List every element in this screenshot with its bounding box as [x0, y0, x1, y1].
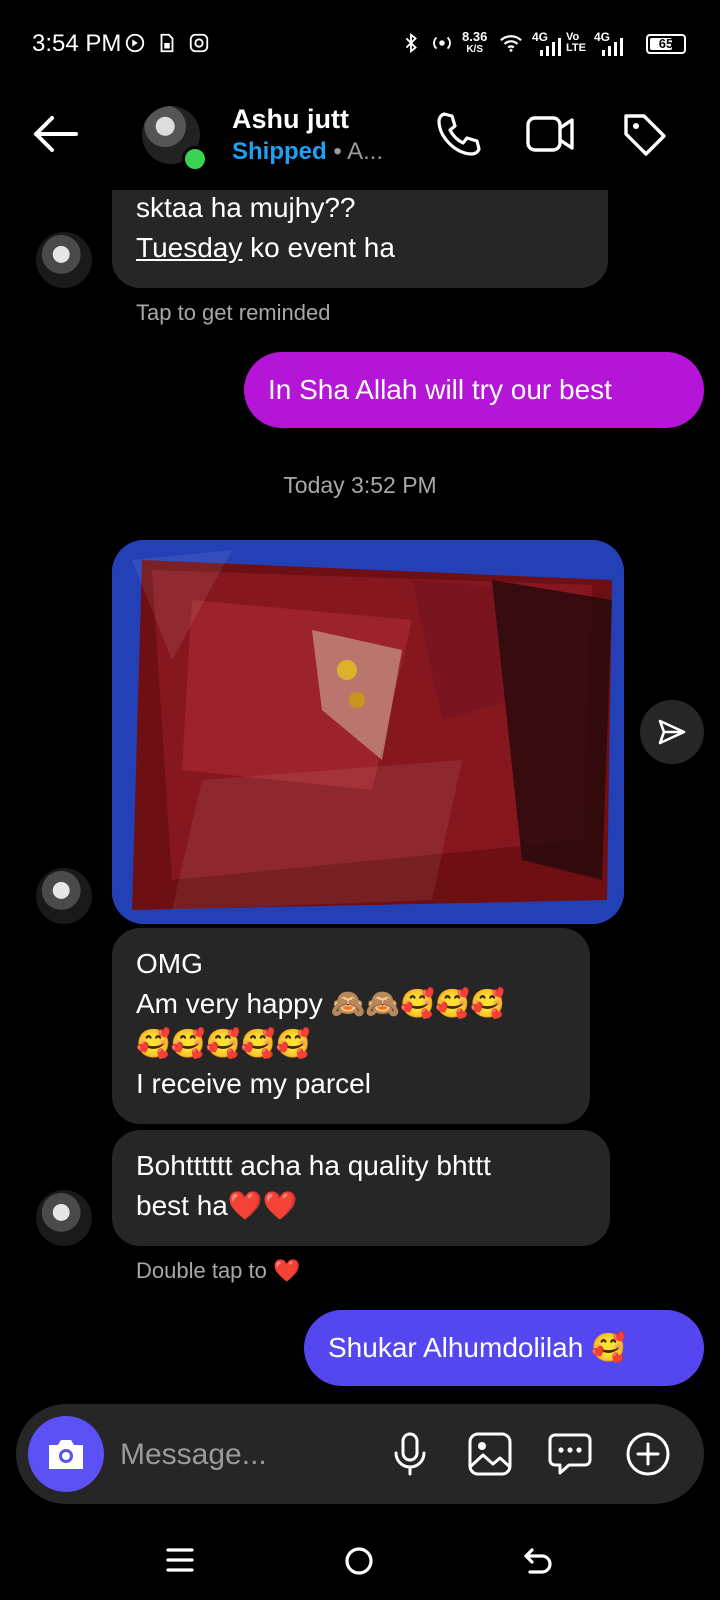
date-link[interactable]: Tuesday — [136, 232, 242, 263]
camera-icon — [49, 1440, 83, 1469]
contact-name[interactable]: Ashu jutt — [232, 104, 349, 135]
menu-icon[interactable] — [166, 1546, 194, 1574]
net-speed: 8.36 K/S — [462, 29, 488, 55]
sim-icon — [160, 33, 174, 53]
double-tap-hint: Double tap to ❤️ — [136, 1258, 301, 1283]
bluetooth-icon — [405, 32, 417, 54]
back-arrow-icon[interactable] — [30, 112, 80, 156]
hotspot-icon — [433, 36, 451, 50]
plus-circle-icon — [626, 1432, 670, 1476]
system-nav-bar — [0, 1520, 720, 1600]
screen-record-icon — [125, 33, 145, 53]
phone-call-icon[interactable] — [434, 110, 482, 158]
sender-avatar[interactable] — [36, 232, 92, 288]
message-clip: sktaa ha mujhy?? Tuesday ko event ha — [0, 190, 720, 290]
reminder-hint[interactable]: Tap to get reminded — [136, 300, 330, 326]
chat-bubble-icon — [548, 1433, 592, 1475]
camera-button[interactable] — [28, 1416, 104, 1492]
shipped-label: Shipped — [232, 138, 327, 165]
sender-avatar[interactable] — [36, 1190, 92, 1246]
signal-icon-2 — [602, 38, 623, 56]
wifi-icon — [500, 35, 522, 52]
contact-status[interactable]: Shipped • A... — [232, 138, 383, 166]
microphone-icon — [394, 1432, 426, 1476]
instagram-icon — [189, 33, 209, 53]
incoming-message-3[interactable]: Bohtttttt acha ha quality bhttt best ha❤… — [112, 1130, 610, 1246]
sticker-chat-button[interactable] — [546, 1430, 594, 1478]
video-call-icon[interactable] — [526, 112, 576, 156]
outgoing-message-2[interactable]: Shukar Alhumdolilah 🥰 — [304, 1310, 704, 1386]
message-input[interactable]: Message... — [120, 1438, 267, 1472]
status-rest: • A... — [326, 138, 384, 165]
image-gallery-icon — [468, 1432, 512, 1476]
incoming-message-1[interactable]: sktaa ha mujhy?? Tuesday ko event ha — [112, 190, 608, 288]
shared-photo[interactable] — [112, 540, 624, 924]
status-time: 3:54 PM — [32, 30, 122, 57]
add-more-button[interactable] — [624, 1430, 672, 1478]
gallery-button[interactable] — [466, 1430, 514, 1478]
online-indicator — [182, 146, 208, 172]
parcel-photo-image — [112, 540, 624, 924]
signal-icon — [540, 38, 561, 56]
incoming-message-2[interactable]: OMG Am very happy 🙈🙈🥰🥰🥰 🥰🥰🥰🥰🥰 I receive … — [112, 928, 590, 1124]
share-photo-button[interactable] — [640, 700, 704, 764]
send-paper-plane-icon — [658, 719, 686, 745]
timestamp: Today 3:52 PM — [283, 472, 437, 498]
home-icon[interactable] — [344, 1546, 374, 1576]
back-nav-icon[interactable] — [522, 1546, 554, 1576]
tag-icon[interactable] — [620, 110, 670, 160]
volte-label: Vo LTE — [566, 31, 586, 54]
status-bar: 3:54 PM 8.36 K/S 4G Vo LTE 4G 65 — [0, 0, 720, 88]
microphone-button[interactable] — [386, 1430, 434, 1478]
sender-avatar[interactable] — [36, 868, 92, 924]
battery-icon: 65 — [646, 34, 686, 54]
outgoing-message-1[interactable]: In Sha Allah will try our best — [244, 352, 704, 428]
battery-level: 65 — [658, 36, 674, 51]
